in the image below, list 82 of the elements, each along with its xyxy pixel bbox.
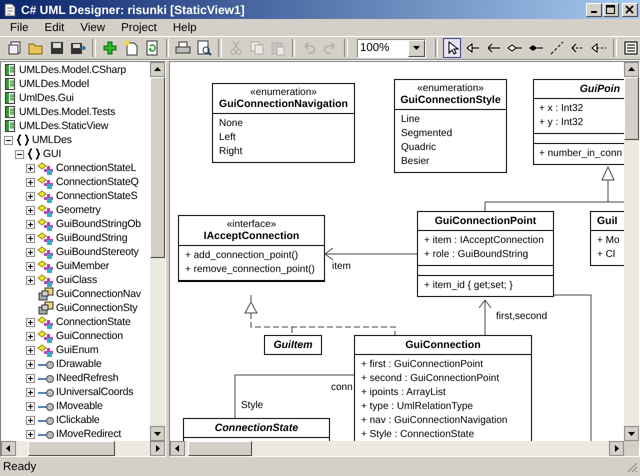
tree-item[interactable]: ConnectionStateQ bbox=[56, 176, 139, 188]
window-title: C# UML Designer: risunki [StaticView1] bbox=[21, 2, 246, 16]
tree-item[interactable]: INeedRefresh bbox=[56, 372, 118, 384]
tree-item[interactable]: GuiClass bbox=[56, 274, 97, 286]
tree-item[interactable]: UMLDes bbox=[32, 134, 72, 146]
menu-item[interactable]: Edit bbox=[36, 22, 72, 34]
class-name: GuiConnection bbox=[405, 339, 481, 351]
member-text: + first : GuiConnectionPoint bbox=[361, 358, 484, 372]
member-text: + y : Int32 bbox=[539, 116, 584, 130]
tree-item[interactable]: IMoveable bbox=[56, 400, 103, 412]
menu-item[interactable]: Project bbox=[113, 22, 165, 34]
class-box[interactable]: ConnectionState bbox=[183, 418, 330, 441]
member-text: + number_in_conn bbox=[539, 147, 624, 161]
connector-label: conn bbox=[331, 382, 353, 393]
class-box[interactable]: GuiItem bbox=[264, 335, 322, 355]
class-name: ConnectionState bbox=[214, 422, 298, 434]
member-text: Segmented bbox=[401, 127, 454, 141]
stereotype-label: «enumeration» bbox=[250, 87, 317, 98]
stereotype-label: «interface» bbox=[226, 219, 276, 230]
member-text: + add_connection_point() bbox=[185, 249, 300, 263]
connector-label: item bbox=[332, 261, 351, 272]
tree-item[interactable]: GUI bbox=[43, 148, 62, 160]
member-text: Besier bbox=[401, 155, 430, 169]
member-text: + type : UmlRelationType bbox=[361, 400, 474, 414]
member-text: Right bbox=[219, 145, 244, 159]
class-name: IAcceptConnection bbox=[204, 230, 300, 242]
class-name: GuiConnectionStyle bbox=[400, 94, 501, 106]
tree-item[interactable]: IClickable bbox=[56, 414, 100, 426]
tree-item[interactable]: ConnectionStateL bbox=[56, 162, 136, 174]
member-text: + remove_connection_point() bbox=[185, 263, 316, 277]
tree-item[interactable]: IUniversalCoords bbox=[56, 386, 134, 398]
connector-label: Style bbox=[241, 400, 264, 411]
tree-item[interactable]: ConnectionState bbox=[56, 316, 131, 328]
stereotype-label: «enumeration» bbox=[417, 83, 484, 94]
member-text: + item : IAcceptConnection bbox=[424, 234, 545, 248]
class-box[interactable]: GuiConnection + first : GuiConnectionPoint + second : GuiConnectionPoint + ipoints : ArrayList + type : UmlRelationType + nav : GuiConnectionNavigation + Style : ConnectionState bbox=[354, 335, 532, 441]
class-name: GuiItem bbox=[273, 339, 313, 351]
member-text: None bbox=[219, 117, 244, 131]
menu-item[interactable]: Help bbox=[164, 22, 205, 34]
member-text: Line bbox=[401, 113, 421, 127]
menu-item[interactable]: File bbox=[2, 22, 37, 34]
member-text: + nav : GuiConnectionNavigation bbox=[361, 414, 508, 428]
member-text: Left bbox=[219, 131, 237, 145]
tree-item[interactable]: GuiConnectionNav bbox=[56, 288, 141, 300]
connector-label: first,second bbox=[496, 311, 548, 322]
member-text: + x : Int32 bbox=[539, 102, 584, 116]
member-text: + second : GuiConnectionPoint bbox=[361, 372, 500, 386]
tree-item[interactable]: GuiEnum bbox=[56, 344, 98, 356]
class-box[interactable]: GuiPoin + x : Int32 + y : Int32 + number_in_conn bbox=[533, 79, 624, 165]
tree-item[interactable]: ConnectionStateS bbox=[56, 190, 138, 202]
tree-item[interactable]: GuiBoundStringOb bbox=[56, 218, 141, 230]
member-text: + item_id { get;set; } bbox=[424, 279, 514, 293]
tree-item[interactable]: UMLDes.StaticView bbox=[19, 120, 108, 132]
tree-item[interactable]: IDrawable bbox=[56, 358, 102, 370]
class-name: GuiPoin bbox=[580, 83, 620, 95]
class-box[interactable]: «enumeration» GuiConnectionNavigation None Left Right bbox=[212, 83, 355, 163]
menu-item[interactable]: View bbox=[72, 22, 114, 34]
tree-item[interactable]: GuiBoundStereoty bbox=[56, 246, 139, 258]
tree-item[interactable]: GuiMember bbox=[56, 260, 110, 272]
class-box[interactable]: «enumeration» GuiConnectionStyle Line Segmented Quadric Besier bbox=[394, 79, 507, 173]
tree-item[interactable]: UmlDes.Gui bbox=[19, 92, 74, 104]
member-text: + Style : ConnectionState bbox=[361, 428, 476, 441]
tree-item[interactable]: Geometry bbox=[56, 204, 100, 216]
tree-item[interactable]: UMLDes.Model.CSharp bbox=[19, 64, 126, 76]
tree-item[interactable]: IMoveRedirect bbox=[56, 428, 122, 440]
class-box[interactable]: «interface» IAcceptConnection + add_connection_point() + remove_connection_point() bbox=[178, 215, 325, 282]
class-name: GuiConnectionNavigation bbox=[219, 98, 348, 110]
tree-item[interactable]: GuiConnectionSty bbox=[56, 302, 138, 314]
zoom-dropdown[interactable]: 100% bbox=[356, 38, 426, 58]
tree-item[interactable]: GuiBoundString bbox=[56, 232, 128, 244]
class-box[interactable]: GuiI + Mo + Cl bbox=[590, 211, 624, 266]
class-name: GuiConnectionPoint bbox=[434, 215, 536, 227]
member-text: + role : GuiBoundString bbox=[424, 248, 530, 262]
status-text: Ready bbox=[3, 460, 36, 472]
member-text: + ipoints : ArrayList bbox=[361, 386, 447, 400]
member-text: Quadric bbox=[401, 141, 438, 155]
tree-item[interactable]: GuiConnection bbox=[56, 330, 123, 342]
tree-item[interactable]: UMLDes.Model.Tests bbox=[19, 106, 116, 118]
member-text: + Cl bbox=[597, 248, 616, 262]
member-text: + Mo bbox=[597, 234, 621, 248]
class-name: GuiI bbox=[597, 215, 618, 227]
tree-item[interactable]: UMLDes.Model bbox=[19, 78, 89, 90]
